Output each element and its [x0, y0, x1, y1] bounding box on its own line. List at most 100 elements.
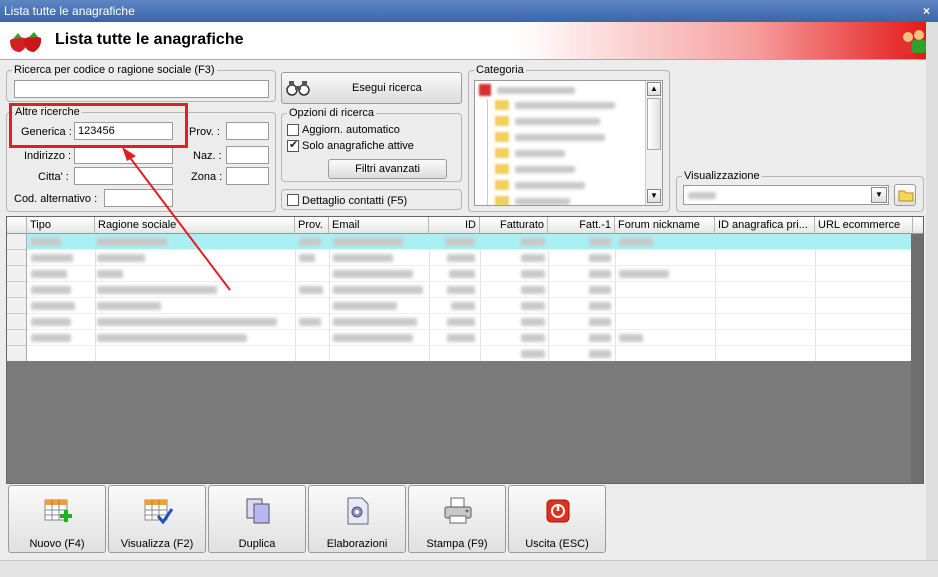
category-item[interactable]	[515, 102, 615, 109]
folder-icon	[495, 180, 509, 190]
advanced-filters-button[interactable]: Filtri avanzati	[328, 159, 447, 179]
column-header-id-anagrafica[interactable]: ID anagrafica pri...	[715, 217, 815, 234]
category-item[interactable]	[515, 166, 575, 173]
cell-blurred	[31, 302, 75, 310]
category-item[interactable]	[515, 182, 585, 189]
category-item[interactable]	[497, 87, 575, 94]
cod-alternativo-input[interactable]	[104, 189, 173, 207]
row-indicator[interactable]	[7, 330, 26, 346]
cell-blurred	[447, 318, 475, 326]
exit-button[interactable]: Uscita (ESC)	[508, 485, 606, 553]
folder-icon	[495, 116, 509, 126]
binoculars-icon	[286, 81, 310, 96]
code-search-input[interactable]	[14, 80, 269, 98]
row-indicator[interactable]	[7, 298, 26, 314]
grid-body	[7, 234, 913, 361]
table-row[interactable]	[7, 266, 913, 282]
row-indicator[interactable]	[7, 266, 26, 282]
chevron-down-icon[interactable]: ▼	[871, 187, 887, 203]
cell-blurred	[333, 334, 413, 342]
column-header-fatt-1[interactable]: Fatt.-1	[548, 217, 615, 234]
column-header-tipo[interactable]: Tipo	[27, 217, 95, 234]
close-icon[interactable]: ×	[923, 0, 930, 22]
row-indicator-column	[7, 234, 27, 361]
auto-update-checkbox[interactable]	[287, 124, 299, 136]
table-row[interactable]	[7, 314, 913, 330]
print-button[interactable]: Stampa (F9)	[408, 485, 506, 553]
table-row[interactable]	[7, 250, 913, 266]
users-icon	[901, 30, 926, 54]
cell-blurred	[447, 334, 475, 342]
category-item[interactable]	[515, 150, 565, 157]
column-header-forum-nickname[interactable]: Forum nickname	[615, 217, 715, 234]
cell-blurred	[333, 286, 423, 294]
category-item[interactable]	[515, 134, 605, 141]
processing-button-label: Elaborazioni	[326, 538, 388, 550]
new-button[interactable]: Nuovo (F4)	[8, 485, 106, 553]
category-scrollbar[interactable]: ▲ ▼	[645, 81, 662, 205]
contact-detail-label: Dettaglio contatti (F5)	[302, 195, 408, 207]
cell-blurred	[589, 286, 611, 294]
table-row[interactable]	[7, 282, 913, 298]
table-row[interactable]	[7, 234, 913, 250]
cell-blurred	[31, 238, 61, 246]
cell-blurred	[299, 318, 321, 326]
open-folder-button[interactable]	[894, 184, 916, 206]
column-header-url-ecommerce[interactable]: URL ecommerce	[815, 217, 913, 234]
page-title: Lista tutte le anagrafiche	[55, 31, 244, 48]
contact-detail-checkbox[interactable]	[287, 194, 299, 206]
cell-blurred	[521, 254, 545, 262]
cell-blurred	[31, 318, 71, 326]
view-record-icon	[144, 499, 173, 525]
cell-blurred	[521, 318, 545, 326]
cell-blurred	[31, 334, 71, 342]
processing-button[interactable]: Elaborazioni	[308, 485, 406, 553]
column-header-prov[interactable]: Prov.	[295, 217, 329, 234]
active-only-checkbox[interactable]	[287, 138, 299, 152]
cell-blurred	[333, 270, 413, 278]
zona-input[interactable]	[226, 167, 269, 185]
grid-scrollbar[interactable]	[911, 234, 923, 483]
cell-blurred	[97, 302, 161, 310]
category-item[interactable]	[515, 118, 600, 125]
cod-alternativo-label: Cod. alternativo :	[14, 193, 98, 205]
cell-blurred	[449, 270, 475, 278]
row-indicator[interactable]	[7, 314, 26, 330]
duplicate-button[interactable]: Duplica	[208, 485, 306, 553]
cell-blurred	[97, 238, 167, 246]
row-indicator[interactable]	[7, 234, 26, 250]
table-row[interactable]	[7, 346, 913, 362]
cell-blurred	[333, 254, 393, 262]
naz-input[interactable]	[226, 146, 269, 164]
folder-icon	[495, 132, 509, 142]
cell-blurred	[299, 254, 315, 262]
column-header-id[interactable]: ID	[429, 217, 480, 234]
search-options-legend: Opzioni di ricerca	[287, 107, 376, 119]
prov-input[interactable]	[226, 122, 269, 140]
cell-blurred	[589, 254, 611, 262]
indirizzo-input[interactable]	[74, 146, 173, 164]
view-button[interactable]: Visualizza (F2)	[108, 485, 206, 553]
cell-blurred	[31, 254, 73, 262]
table-row[interactable]	[7, 330, 913, 346]
scroll-down-icon[interactable]: ▼	[647, 189, 661, 203]
column-header-email[interactable]: Email	[329, 217, 429, 234]
row-indicator[interactable]	[7, 250, 26, 266]
column-header-fatturato[interactable]: Fatturato	[480, 217, 548, 234]
category-tree[interactable]: ▲ ▼	[474, 80, 663, 206]
cell-blurred	[299, 286, 323, 294]
execute-search-button[interactable]: Esegui ricerca	[281, 72, 462, 104]
column-header-ragione-sociale[interactable]: Ragione sociale	[95, 217, 295, 234]
table-row[interactable]	[7, 298, 913, 314]
category-item[interactable]	[515, 198, 570, 205]
duplicate-icon	[246, 498, 270, 524]
execute-search-label: Esegui ricerca	[352, 82, 422, 94]
citta-input[interactable]	[74, 167, 173, 185]
cell-blurred	[97, 254, 145, 262]
tree-line	[487, 99, 488, 205]
scroll-thumb[interactable]	[647, 98, 661, 150]
view-select[interactable]: ▼	[683, 185, 889, 205]
records-grid[interactable]: Tipo Ragione sociale Prov. Email ID Fatt…	[6, 216, 924, 484]
scroll-up-icon[interactable]: ▲	[647, 82, 661, 96]
row-indicator[interactable]	[7, 282, 26, 298]
